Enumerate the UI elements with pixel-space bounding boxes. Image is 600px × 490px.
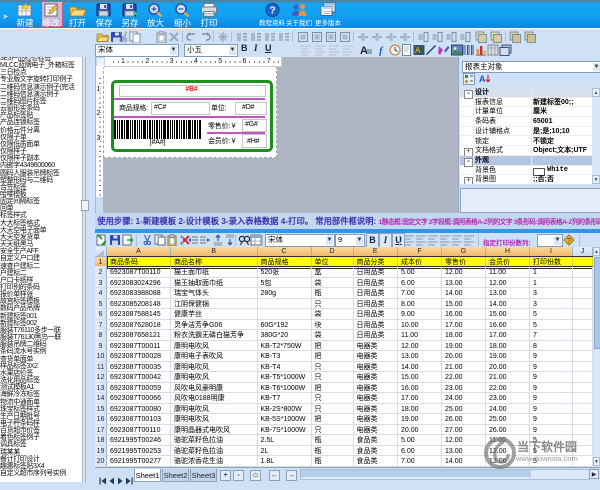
svg-text:A: A: [479, 74, 486, 84]
svg-text:A: A: [415, 46, 421, 55]
svg-text:当下软件园: 当下软件园: [517, 439, 577, 454]
svg-text:A: A: [360, 45, 368, 56]
svg-text:?: ?: [269, 6, 275, 17]
svg-text:f: f: [379, 45, 384, 56]
svg-text:www.downxia.com: www.downxia.com: [515, 454, 578, 463]
svg-text:?: ?: [567, 238, 571, 245]
